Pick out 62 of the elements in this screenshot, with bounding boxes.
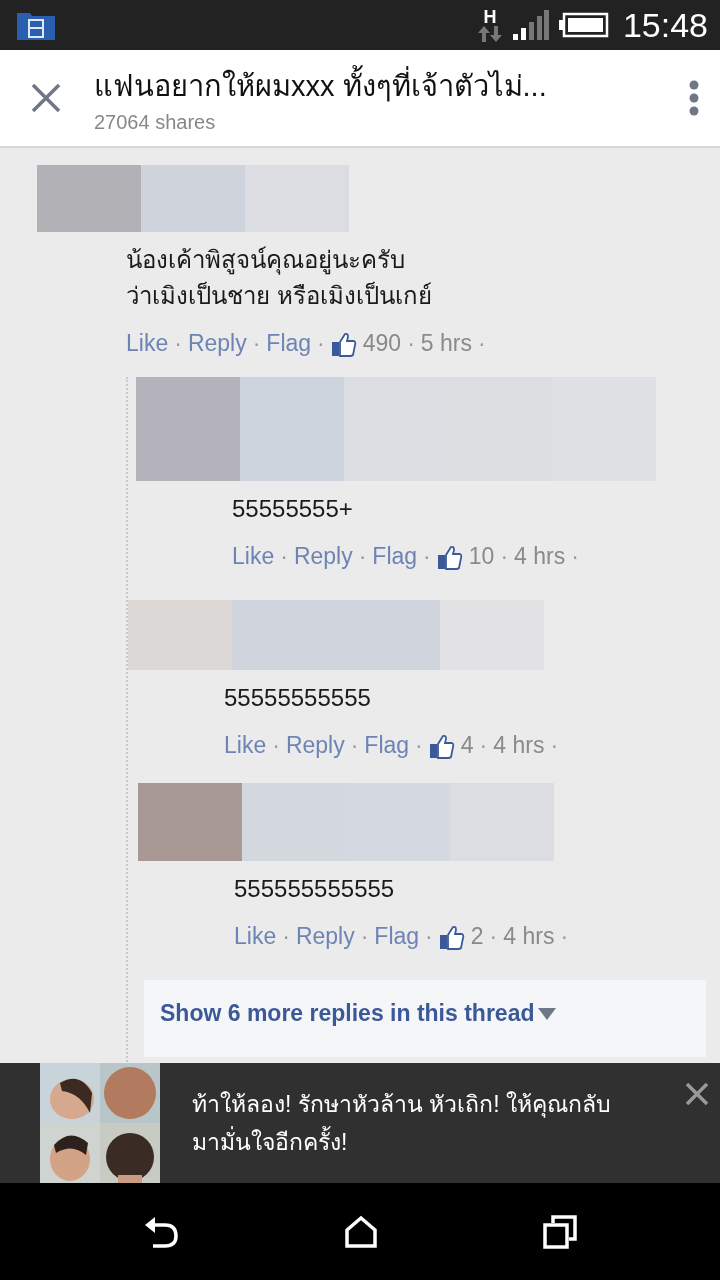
action-link[interactable]: Like [224, 732, 267, 759]
thumbs-up-icon [428, 732, 455, 759]
like-count: 490 [362, 330, 402, 357]
action-link[interactable]: Reply [187, 330, 247, 357]
reply-text: 55555555+ [232, 494, 354, 524]
separator-dot: · [489, 923, 498, 950]
dropdown-triangle-icon [538, 1007, 557, 1020]
comment-time: 4 hrs [503, 923, 555, 950]
separator-dot: · [479, 732, 488, 759]
separator-dot: · [550, 732, 559, 759]
action-link[interactable]: Flag [266, 330, 312, 357]
like-count: 4 [460, 732, 474, 759]
separator-dot: · [560, 923, 569, 950]
reply-text: 55555555555 [224, 683, 372, 713]
comment-time: 4 hrs [493, 732, 545, 759]
separator-dot: · [407, 330, 415, 357]
action-link[interactable]: Like [126, 330, 169, 357]
post-title: แฟนอยากให้ผมxxx ทั้งๆที่เจ้าตัวไม่... [94, 62, 688, 109]
separator-dot: · [477, 330, 486, 357]
more-menu-button[interactable] [688, 80, 700, 116]
action-link[interactable]: Like [234, 923, 277, 950]
separator-dot: · [280, 543, 288, 570]
comment-time: 5 hrs [420, 330, 472, 357]
ad-text: ท้าให้ลอง! รักษาหัวล้าน หัวเถิก! ให้คุณกลับมามั่นใจอีกครั้ง! [192, 1090, 612, 1157]
action-link[interactable]: Flag [374, 923, 420, 950]
close-button[interactable] [30, 82, 62, 114]
action-link[interactable]: Reply [295, 923, 355, 950]
separator-dot: · [282, 923, 290, 950]
comment-text: น้องเค้าพิสูจน์คุณอยู่นะครับ ว่าเมิงเป็นชาย หรือเมิงเป็นเกย์ [126, 245, 433, 311]
network-indicator: H [476, 8, 503, 42]
comment-time: 4 hrs [514, 543, 566, 570]
separator-dot: · [360, 923, 369, 950]
action-link[interactable]: Reply [293, 543, 353, 570]
separator-dot: · [425, 923, 433, 950]
action-link[interactable]: Flag [372, 543, 418, 570]
separator-dot: · [500, 543, 509, 570]
like-count: 2 [470, 923, 484, 950]
separator-dot: · [174, 330, 182, 357]
separator-dot: · [571, 543, 579, 570]
separator-dot: · [317, 330, 325, 357]
separator-dot: · [252, 330, 261, 357]
action-link[interactable]: Flag [364, 732, 410, 759]
reply-text: 555555555555 [234, 874, 396, 904]
thumbs-up-icon [330, 330, 357, 357]
thumbs-up-icon [436, 543, 463, 570]
separator-dot: · [272, 732, 280, 759]
action-link[interactable]: Like [232, 543, 275, 570]
ad-banner[interactable]: ท้าให้ลอง! รักษาหัวล้าน หัวเถิก! ให้คุณกลับมามั่นใจอีกครั้ง! [0, 1063, 720, 1183]
share-count: 27064 shares [94, 110, 217, 134]
separator-dot: · [415, 732, 423, 759]
recent-apps-button[interactable] [543, 1214, 578, 1249]
separator-dot: · [423, 543, 431, 570]
separator-dot: · [358, 543, 367, 570]
like-count: 10 [468, 543, 495, 570]
signal-icon [512, 10, 549, 40]
battery-icon [558, 12, 609, 38]
close-button[interactable] [684, 1081, 710, 1107]
thumbs-up-icon [438, 923, 465, 950]
home-button[interactable] [344, 1214, 378, 1249]
separator-dot: · [350, 732, 359, 759]
action-link[interactable]: Reply [285, 732, 345, 759]
clock-time: 15:48 [622, 5, 708, 45]
